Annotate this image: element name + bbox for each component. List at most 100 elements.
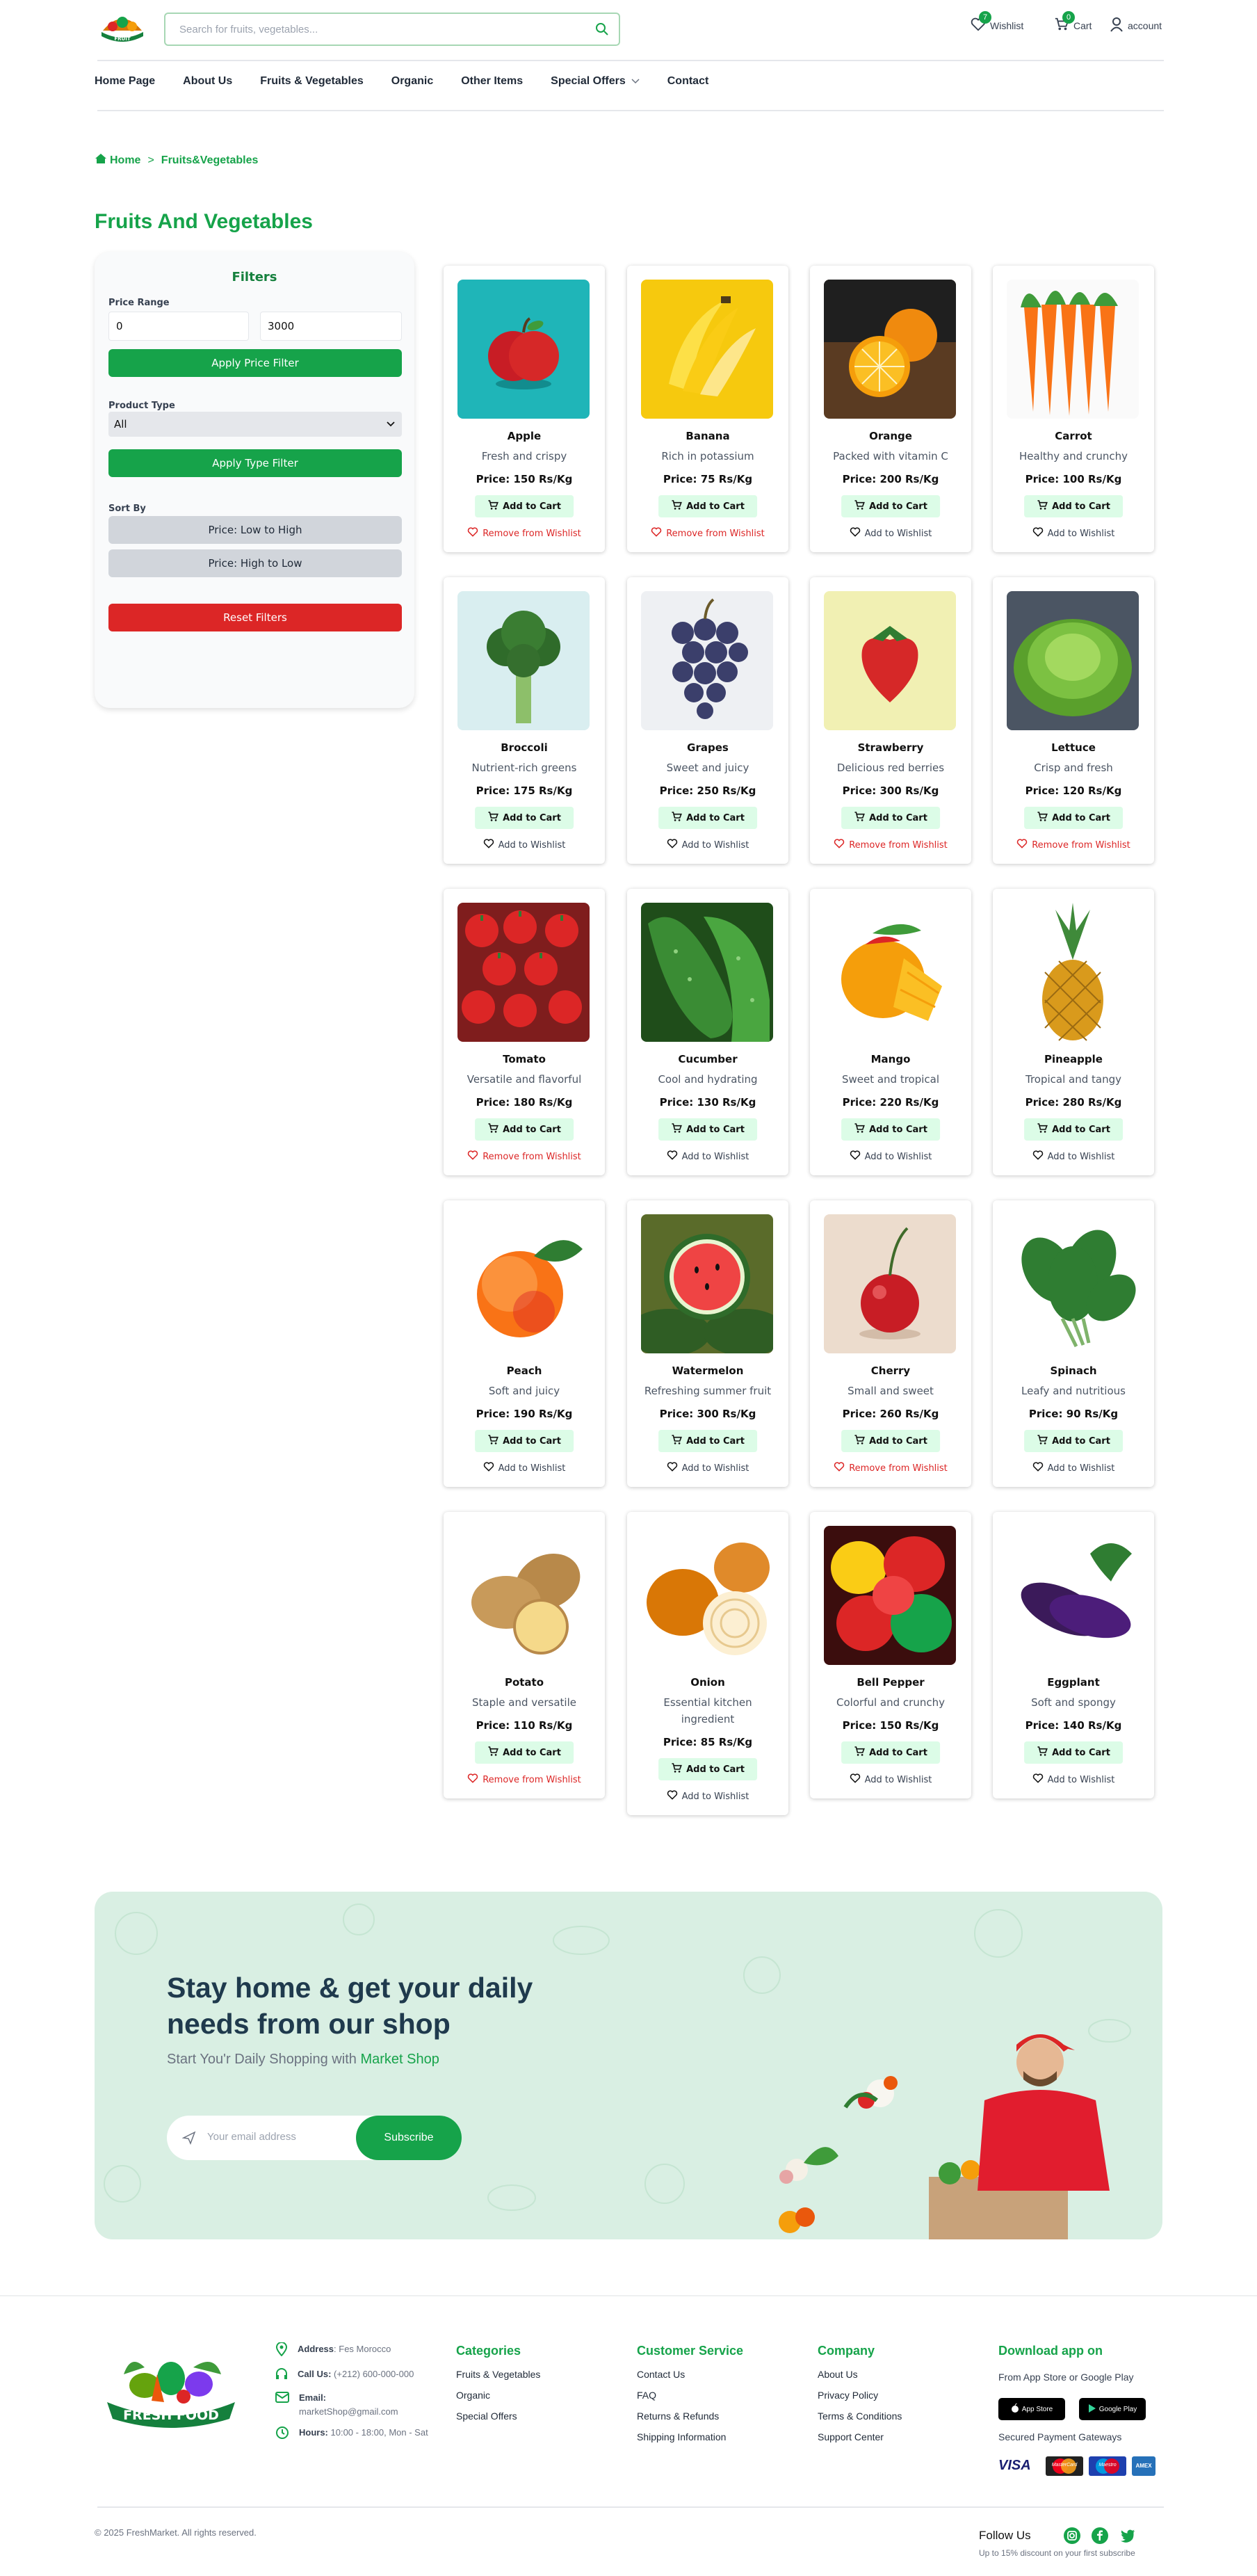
product-image[interactable]	[641, 1526, 773, 1665]
price-max-input[interactable]	[260, 312, 402, 341]
nav-home[interactable]: Home Page	[95, 75, 155, 88]
add-to-cart-button[interactable]: Add to Cart	[841, 495, 940, 517]
nav-fruits-vegetables[interactable]: Fruits & Vegetables	[260, 75, 364, 88]
add-to-cart-button[interactable]: Add to Cart	[841, 1741, 940, 1764]
remove-from-wishlist-button[interactable]: Remove from Wishlist	[810, 839, 971, 851]
remove-from-wishlist-button[interactable]: Remove from Wishlist	[627, 527, 788, 540]
add-to-wishlist-button[interactable]: Add to Wishlist	[810, 1773, 971, 1786]
product-image[interactable]	[641, 591, 773, 730]
product-card[interactable]: Bell Pepper Colorful and crunchy Price: 15…	[810, 1512, 971, 1798]
product-card[interactable]: Broccoli Nutrient-rich greens Price: 175 R…	[444, 577, 605, 864]
facebook-icon[interactable]	[1092, 2527, 1108, 2547]
reset-filters-button[interactable]: Reset Filters	[108, 604, 402, 631]
product-card[interactable]: Orange Packed with vitamin C Price: 200 Rs…	[810, 266, 971, 552]
remove-from-wishlist-button[interactable]: Remove from Wishlist	[810, 1462, 971, 1474]
apply-price-filter-button[interactable]: Apply Price Filter	[108, 349, 402, 377]
product-image[interactable]	[1007, 903, 1139, 1042]
product-card[interactable]: Mango Sweet and tropical Price: 220 Rs/Kg A…	[810, 889, 971, 1175]
add-to-wishlist-button[interactable]: Add to Wishlist	[444, 839, 605, 851]
add-to-cart-button[interactable]: Add to Cart	[1024, 1741, 1123, 1764]
footer-link-support[interactable]: Support Center	[818, 2431, 884, 2442]
footer-link-contact-us[interactable]: Contact Us	[637, 2369, 685, 2380]
footer-link-organic[interactable]: Organic	[456, 2390, 490, 2401]
product-image[interactable]	[457, 280, 590, 419]
product-image[interactable]	[1007, 1214, 1139, 1353]
add-to-wishlist-button[interactable]: Add to Wishlist	[627, 839, 788, 851]
product-card[interactable]: Onion Essential kitchen ingredient Price: …	[627, 1512, 788, 1815]
product-image[interactable]	[457, 1214, 590, 1353]
product-card[interactable]: Potato Staple and versatile Price: 110 Rs/…	[444, 1512, 605, 1798]
remove-from-wishlist-button[interactable]: Remove from Wishlist	[444, 527, 605, 540]
product-card[interactable]: Watermelon Refreshing summer fruit Price: …	[627, 1200, 788, 1487]
add-to-cart-button[interactable]: Add to Cart	[658, 807, 757, 829]
product-card[interactable]: Banana Rich in potassium Price: 75 Rs/Kg Ad…	[627, 266, 788, 552]
product-image[interactable]	[824, 1526, 956, 1665]
account-link[interactable]: account	[1110, 17, 1162, 34]
add-to-cart-button[interactable]: Add to Cart	[658, 1430, 757, 1452]
product-card[interactable]: Grapes Sweet and juicy Price: 250 Rs/Kg Add…	[627, 577, 788, 864]
google-play-badge[interactable]: Google Play	[1079, 2398, 1146, 2420]
remove-from-wishlist-button[interactable]: Remove from Wishlist	[444, 1150, 605, 1163]
footer-link-special-offers[interactable]: Special Offers	[456, 2410, 517, 2422]
search-input[interactable]	[179, 21, 569, 38]
nav-special-offers[interactable]: Special Offers	[551, 75, 640, 88]
add-to-wishlist-button[interactable]: Add to Wishlist	[627, 1462, 788, 1474]
breadcrumb-home[interactable]: Home	[95, 153, 140, 168]
sort-high-low-button[interactable]: Price: High to Low	[108, 549, 402, 577]
footer-link-about-us[interactable]: About Us	[818, 2369, 858, 2380]
product-image[interactable]	[1007, 280, 1139, 419]
product-card[interactable]: Eggplant Soft and spongy Price: 140 Rs/Kg A…	[993, 1512, 1154, 1798]
footer-link-returns[interactable]: Returns & Refunds	[637, 2410, 719, 2422]
add-to-cart-button[interactable]: Add to Cart	[1024, 1430, 1123, 1452]
add-to-cart-button[interactable]: Add to Cart	[841, 807, 940, 829]
email-input[interactable]: Your email address	[207, 2131, 296, 2143]
footer-link-faq[interactable]: FAQ	[637, 2390, 656, 2401]
product-card[interactable]: Peach Soft and juicy Price: 190 Rs/Kg Add t…	[444, 1200, 605, 1487]
subscribe-button[interactable]: Subscribe	[356, 2116, 462, 2160]
add-to-cart-button[interactable]: Add to Cart	[475, 495, 574, 517]
add-to-cart-button[interactable]: Add to Cart	[1024, 495, 1123, 517]
product-card[interactable]: Carrot Healthy and crunchy Price: 100 Rs/K…	[993, 266, 1154, 552]
add-to-cart-button[interactable]: Add to Cart	[841, 1118, 940, 1141]
add-to-wishlist-button[interactable]: Add to Wishlist	[627, 1790, 788, 1803]
remove-from-wishlist-button[interactable]: Remove from Wishlist	[993, 839, 1154, 851]
add-to-wishlist-button[interactable]: Add to Wishlist	[810, 1150, 971, 1163]
product-image[interactable]	[641, 280, 773, 419]
product-card[interactable]: Cucumber Cool and hydrating Price: 130 Rs/…	[627, 889, 788, 1175]
add-to-wishlist-button[interactable]: Add to Wishlist	[993, 1462, 1154, 1474]
footer-link-shipping[interactable]: Shipping Information	[637, 2431, 726, 2442]
sort-low-high-button[interactable]: Price: Low to High	[108, 516, 402, 544]
product-image[interactable]	[1007, 1526, 1139, 1665]
app-store-badge[interactable]: App Store	[998, 2398, 1065, 2420]
site-logo[interactable]: FRUIT VEGETABLE	[97, 10, 147, 50]
nav-other-items[interactable]: Other Items	[461, 75, 523, 88]
nav-contact[interactable]: Contact	[667, 75, 709, 88]
product-card[interactable]: Apple Fresh and crispy Price: 150 Rs/Kg Add…	[444, 266, 605, 552]
price-min-input[interactable]	[108, 312, 249, 341]
add-to-cart-button[interactable]: Add to Cart	[658, 1758, 757, 1780]
product-card[interactable]: Spinach Leafy and nutritious Price: 90 Rs/…	[993, 1200, 1154, 1487]
product-card[interactable]: Pineapple Tropical and tangy Price: 280 Rs…	[993, 889, 1154, 1175]
product-card[interactable]: Cherry Small and sweet Price: 260 Rs/Kg Add…	[810, 1200, 971, 1487]
add-to-cart-button[interactable]: Add to Cart	[841, 1430, 940, 1452]
product-image[interactable]	[641, 903, 773, 1042]
add-to-wishlist-button[interactable]: Add to Wishlist	[444, 1462, 605, 1474]
product-image[interactable]	[641, 1214, 773, 1353]
twitter-icon[interactable]	[1119, 2527, 1136, 2547]
instagram-icon[interactable]	[1064, 2527, 1080, 2547]
add-to-wishlist-button[interactable]: Add to Wishlist	[993, 1150, 1154, 1163]
product-image[interactable]	[824, 903, 956, 1042]
add-to-cart-button[interactable]: Add to Cart	[658, 495, 757, 517]
add-to-cart-button[interactable]: Add to Cart	[475, 1430, 574, 1452]
footer-link-terms[interactable]: Terms & Conditions	[818, 2410, 902, 2422]
add-to-wishlist-button[interactable]: Add to Wishlist	[627, 1150, 788, 1163]
product-image[interactable]	[1007, 591, 1139, 730]
product-image[interactable]	[457, 903, 590, 1042]
remove-from-wishlist-button[interactable]: Remove from Wishlist	[444, 1773, 605, 1786]
add-to-wishlist-button[interactable]: Add to Wishlist	[993, 527, 1154, 540]
product-image[interactable]	[457, 1526, 590, 1665]
footer-logo[interactable]: FRESH FOOD	[103, 2346, 239, 2438]
add-to-cart-button[interactable]: Add to Cart	[475, 807, 574, 829]
add-to-cart-button[interactable]: Add to Cart	[475, 1118, 574, 1141]
product-card[interactable]: Strawberry Delicious red berries Price: 30…	[810, 577, 971, 864]
